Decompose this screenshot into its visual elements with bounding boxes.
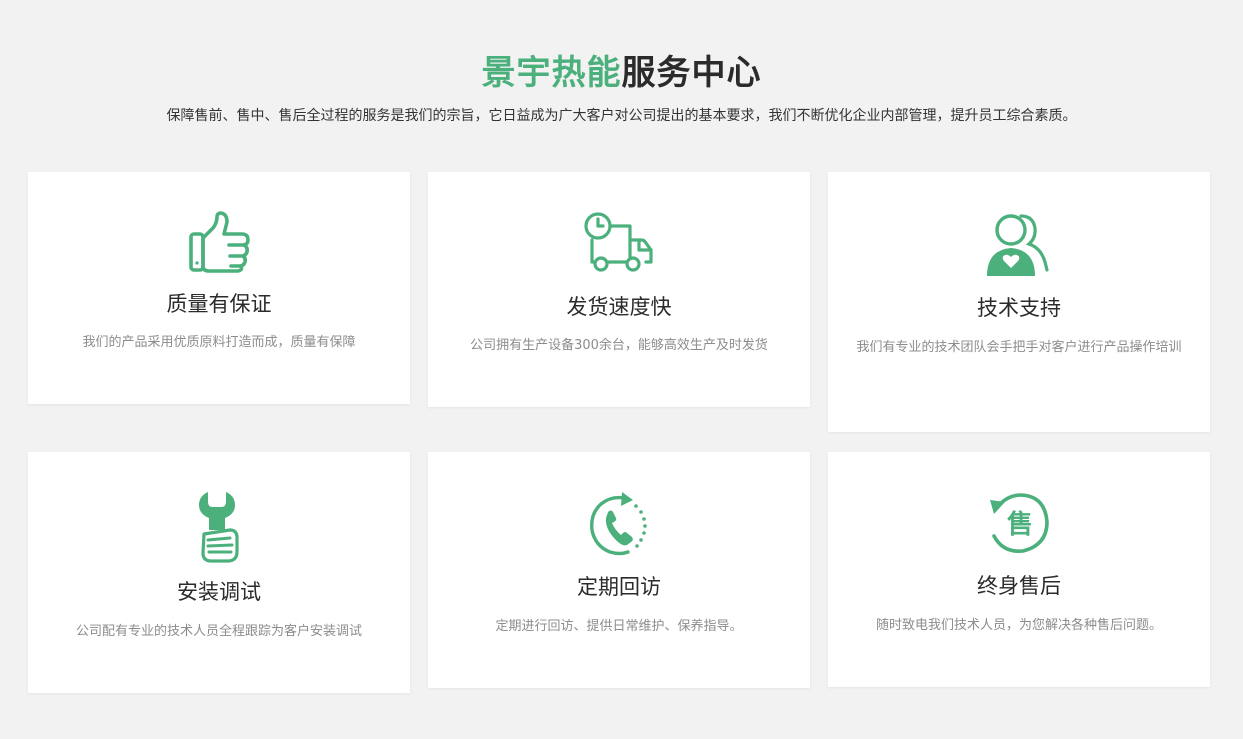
service-description: 公司拥有生产设备300余台，能够高效生产及时发货 (470, 338, 768, 353)
title-brand: 景宇热能 (481, 53, 622, 93)
page-title: 景宇热能服务中心 (0, 50, 1243, 96)
page-subtitle: 保障售前、售中、售后全过程的服务是我们的宗旨，它日益成为广大客户对公司提出的基本… (166, 108, 1077, 124)
title-rest: 服务中心 (621, 53, 762, 93)
wrench-hand-icon (28, 490, 410, 564)
service-title: 质量有保证 (166, 292, 272, 316)
support-people-icon (828, 212, 1210, 278)
service-title: 定期回访 (577, 575, 661, 599)
service-description: 公司配有专业的技术人员全程跟踪为客户安装调试 (75, 624, 362, 639)
service-title: 发货速度快 (566, 295, 672, 319)
service-title: 安装调试 (177, 580, 261, 604)
service-description: 随时致电我们技术人员，为您解决各种售后问题。 (875, 618, 1162, 633)
service-title: 技术支持 (977, 296, 1061, 320)
service-description: 定期进行回访、提供日常维护、保养指导。 (495, 619, 743, 634)
service-card-support: 技术支持 我们有专业的技术团队会手把手对客户进行产品操作培训 (828, 172, 1210, 432)
service-card-followup: 定期回访 定期进行回访、提供日常维护、保养指导。 (428, 452, 810, 688)
section-header: 景宇热能服务中心 保障售前、售中、售后全过程的服务是我们的宗旨，它日益成为广大客… (0, 50, 1243, 126)
delivery-truck-icon (428, 210, 810, 276)
phone-callback-icon (428, 492, 810, 558)
service-card-delivery: 发货速度快 公司拥有生产设备300余台，能够高效生产及时发货 (428, 172, 810, 407)
service-description: 我们有专业的技术团队会手把手对客户进行产品操作培训 (856, 340, 1182, 355)
service-card-quality: 质量有保证 我们的产品采用优质原料打造而成，质量有保障 (28, 172, 410, 404)
after-sales-glyph: 售 (1007, 509, 1033, 540)
service-title: 终身售后 (977, 574, 1061, 598)
service-description: 我们的产品采用优质原料打造而成，质量有保障 (82, 335, 356, 350)
service-card-aftersales: 售 终身售后 随时致电我们技术人员，为您解决各种售后问题。 (828, 452, 1210, 687)
service-card-installation: 安装调试 公司配有专业的技术人员全程跟踪为客户安装调试 (28, 452, 410, 693)
thumbs-up-icon (28, 210, 410, 274)
after-sales-icon: 售 (828, 490, 1210, 556)
